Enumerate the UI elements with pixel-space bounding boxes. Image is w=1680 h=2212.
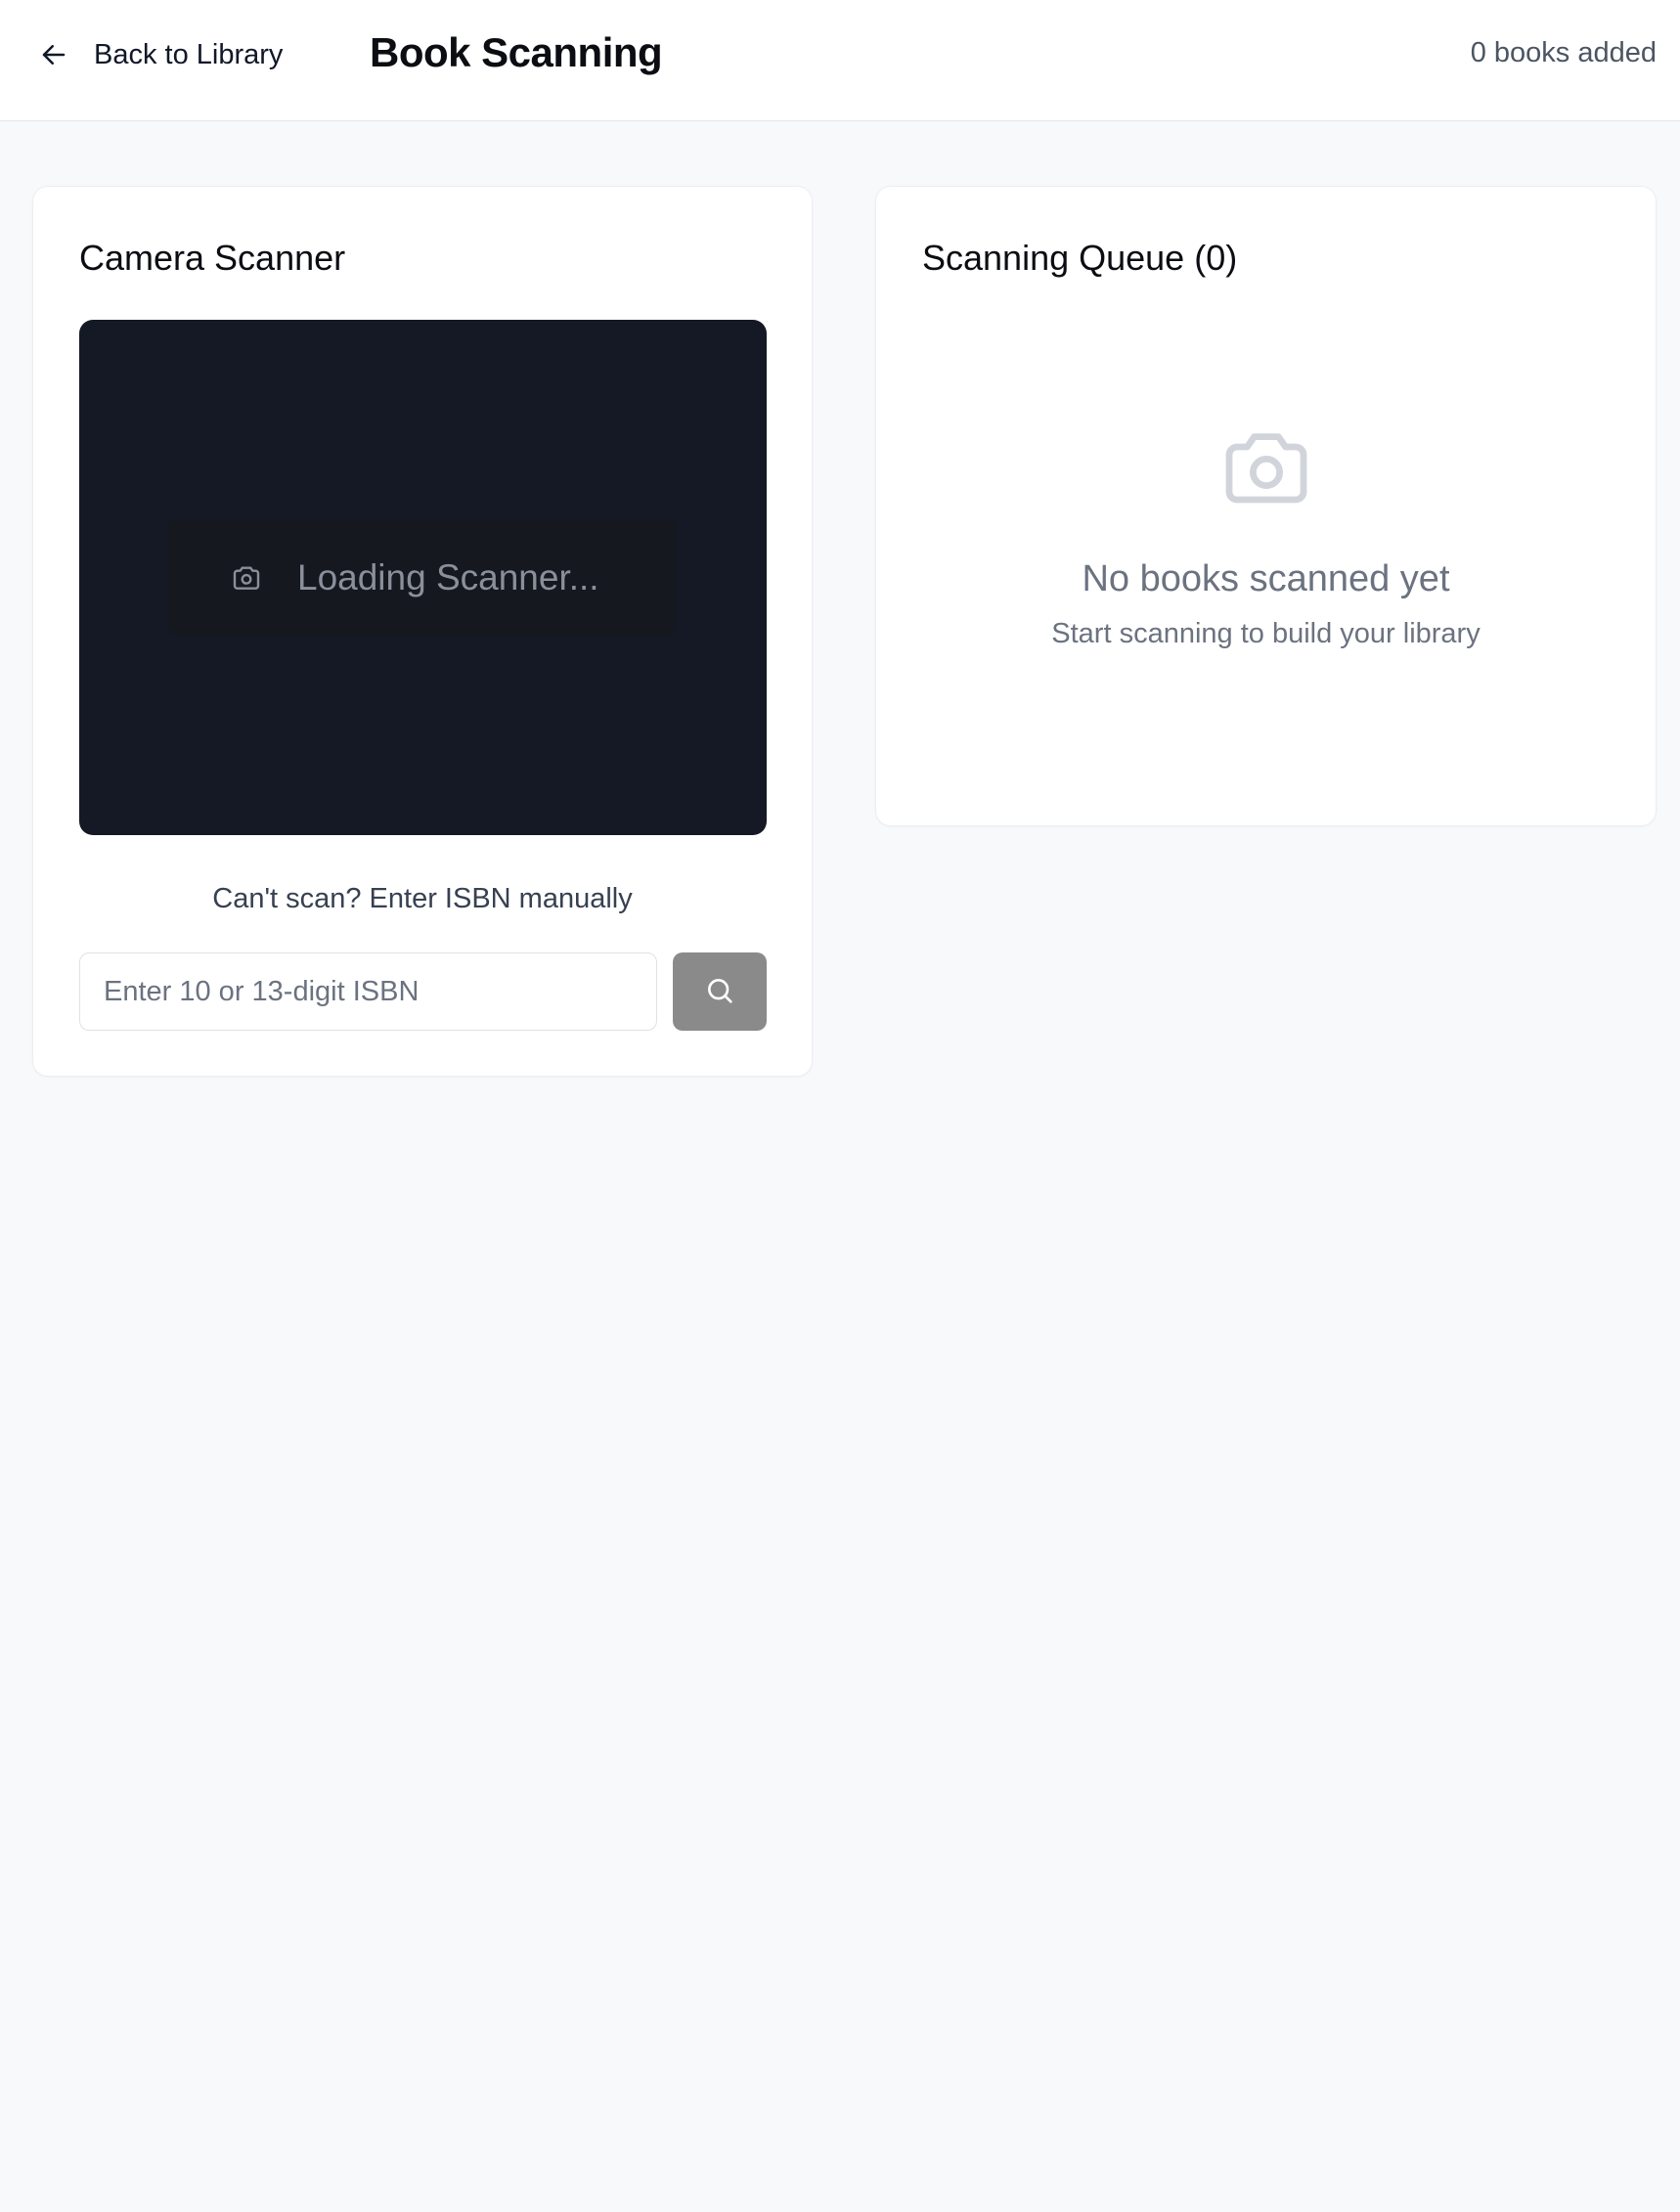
camera-scanner-card: Camera Scanner Loading Scanner... Can't …	[32, 186, 813, 1077]
isbn-input[interactable]	[79, 952, 657, 1031]
back-to-library-link[interactable]: Back to Library	[39, 25, 283, 84]
scanning-queue-title: Scanning Queue (0)	[922, 238, 1238, 278]
top-header: Back to Library Book Scanning 0 books ad…	[0, 0, 1680, 121]
camera-icon	[876, 421, 1656, 515]
empty-queue-subtitle: Start scanning to build your library	[1051, 618, 1481, 649]
camera-scanner-title: Camera Scanner	[79, 238, 346, 278]
arrow-left-icon	[39, 40, 68, 69]
page-title: Book Scanning	[370, 29, 663, 75]
empty-queue-title: No books scanned yet	[1082, 558, 1450, 599]
queue-empty-state: No books scanned yet Start scanning to b…	[876, 421, 1656, 650]
back-link-label: Back to Library	[94, 38, 284, 70]
scanner-loading-indicator: Loading Scanner...	[168, 520, 677, 636]
scanning-queue-card: Scanning Queue (0) No books scanned yet …	[875, 186, 1657, 826]
scanner-loading-text: Loading Scanner...	[297, 557, 599, 597]
search-icon	[704, 975, 735, 1009]
camera-viewport: Loading Scanner...	[79, 320, 767, 835]
manual-isbn-hint: Can't scan? Enter ISBN manually	[212, 883, 633, 914]
books-added-count: 0 books added	[1470, 37, 1657, 68]
camera-icon	[231, 562, 262, 594]
isbn-search-button[interactable]	[673, 952, 767, 1031]
